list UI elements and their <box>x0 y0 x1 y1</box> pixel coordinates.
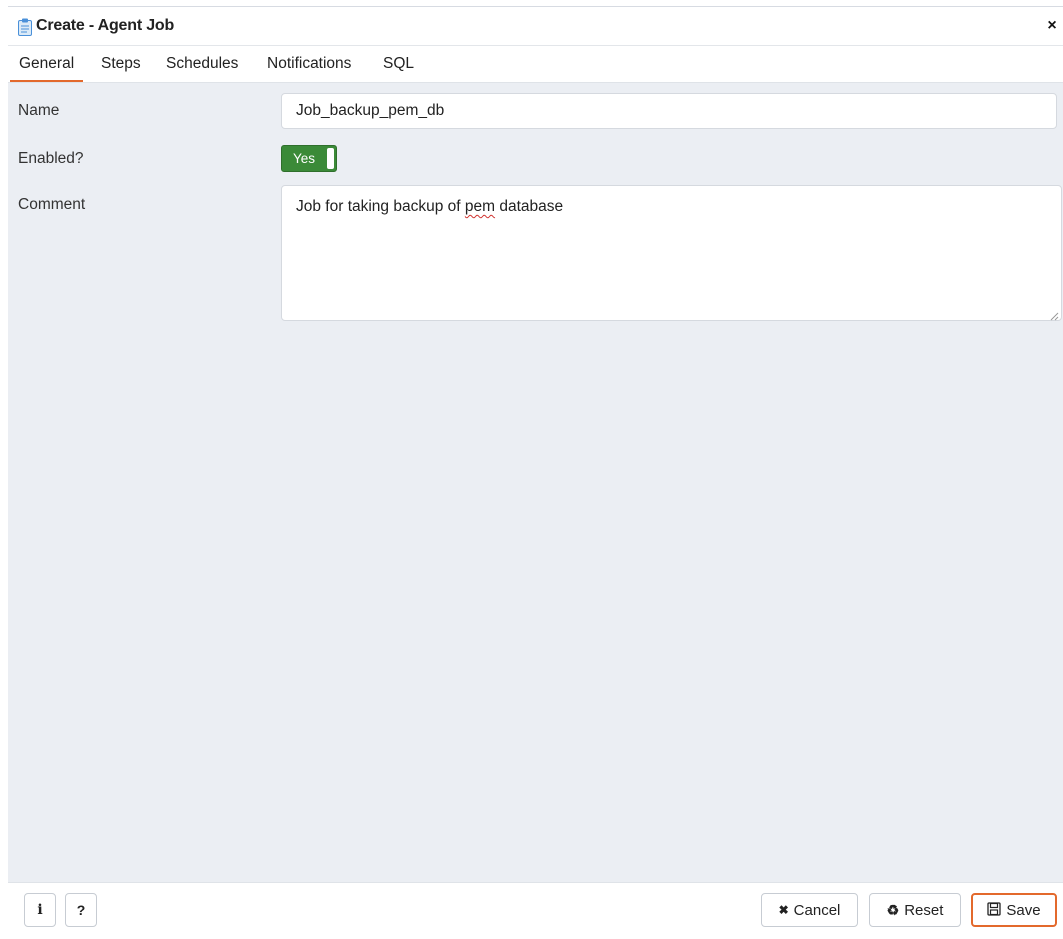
comment-textarea[interactable]: Job for taking backup of pem database <box>281 185 1062 321</box>
tab-steps[interactable]: Steps <box>92 46 150 82</box>
cancel-button[interactable]: ✖ Cancel <box>761 893 858 927</box>
name-label: Name <box>18 102 60 119</box>
info-button[interactable]: i <box>24 893 56 927</box>
dialog-title: Create - Agent Job <box>36 17 175 34</box>
enabled-toggle-label: Yes <box>293 151 316 166</box>
info-icon: i <box>37 902 43 918</box>
reset-button[interactable]: ♻ Reset <box>869 893 961 927</box>
clipboard-icon <box>17 18 33 36</box>
help-icon: ? <box>76 902 86 918</box>
create-agent-job-dialog: Create - Agent Job × General Steps Sched… <box>8 6 1063 939</box>
enabled-label: Enabled? <box>18 150 84 167</box>
comment-text: Job for taking backup of pem database <box>296 198 563 216</box>
general-tab-panel: Name Enabled? Yes Comment Job for taking… <box>8 83 1063 883</box>
resize-grip-icon[interactable] <box>1049 308 1059 321</box>
tab-general[interactable]: General <box>10 46 84 82</box>
close-icon[interactable]: × <box>1042 16 1062 36</box>
tab-notifications[interactable]: Notifications <box>258 46 360 82</box>
dialog-footer: i ? ✖ Cancel ♻ Reset Save <box>8 882 1063 939</box>
enabled-toggle[interactable]: Yes <box>281 145 337 172</box>
name-input[interactable] <box>281 93 1057 129</box>
help-button[interactable]: ? <box>65 893 97 927</box>
dialog-title-bar[interactable]: Create - Agent Job × <box>8 7 1063 46</box>
cancel-button-label: Cancel <box>793 901 841 919</box>
tab-bar: General Steps Schedules Notifications SQ… <box>8 46 1063 83</box>
close-icon: ✖ <box>778 903 789 917</box>
recycle-icon: ♻ <box>886 901 900 918</box>
comment-text-start: Job for taking backup of <box>296 198 465 215</box>
tab-sql[interactable]: SQL <box>374 46 423 82</box>
tab-schedules[interactable]: Schedules <box>157 46 247 82</box>
comment-text-end: database <box>495 198 564 215</box>
misspelled-word: pem <box>464 198 496 215</box>
save-button[interactable]: Save <box>971 893 1057 927</box>
comment-label: Comment <box>18 196 86 213</box>
floppy-disk-icon <box>987 901 1002 919</box>
reset-button-label: Reset <box>904 901 944 919</box>
save-button-label: Save <box>1006 901 1041 919</box>
toggle-handle <box>327 148 334 169</box>
